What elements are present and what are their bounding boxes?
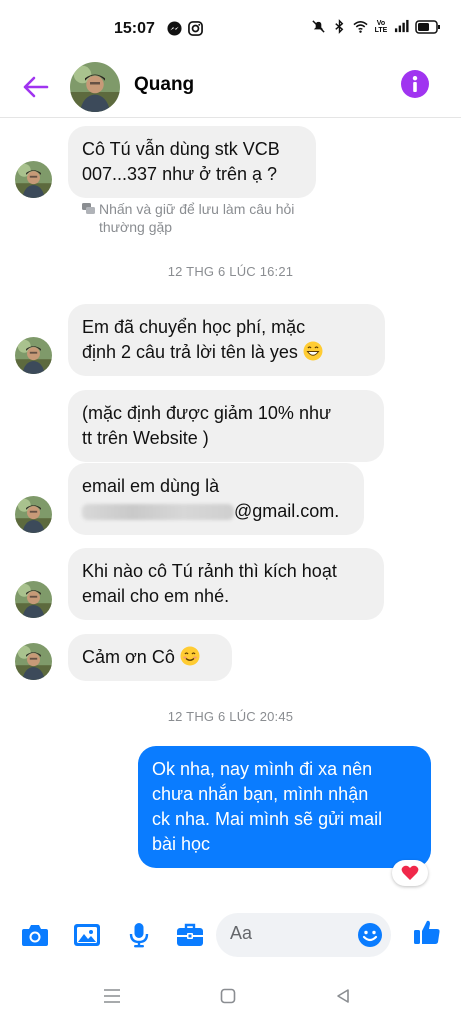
faq-icon xyxy=(82,203,95,214)
message-line: tt trên Website ) xyxy=(82,428,209,448)
like-button[interactable] xyxy=(412,918,442,946)
emoji-icon[interactable] xyxy=(357,922,383,948)
message-line: Khi nào cô Tú rảnh thì kích hoạt xyxy=(82,561,337,581)
status-system-icons: Vo LTE xyxy=(311,19,441,34)
menu-lines-icon xyxy=(104,989,120,1003)
message-line: Em đã chuyển học phí, mặc xyxy=(82,317,306,337)
message-bubble[interactable]: email em dùng là @gmail.com. xyxy=(68,463,364,535)
back-button[interactable] xyxy=(20,71,52,103)
message-line: ck nha. Mai mình sẽ gửi mail xyxy=(152,809,383,829)
message-bubble[interactable]: Cảm ơn Cô xyxy=(68,634,232,681)
smiling-emoji-icon xyxy=(180,646,200,666)
gallery-button[interactable] xyxy=(72,921,102,949)
mute-icon xyxy=(312,20,325,33)
home-square-icon xyxy=(220,988,236,1004)
message-input[interactable] xyxy=(230,923,350,944)
messenger-icon xyxy=(167,21,182,36)
bluetooth-icon xyxy=(335,19,344,34)
status-notification-icons xyxy=(167,21,203,36)
message-line: (mặc định được giảm 10% như xyxy=(82,403,332,423)
timestamp: 12 THG 6 LÚC 20:45 xyxy=(167,709,294,724)
info-button[interactable] xyxy=(401,70,429,98)
message-bubble[interactable]: Cô Tú vẫn dùng stk VCB 007...337 như ở t… xyxy=(68,126,316,198)
sender-avatar[interactable] xyxy=(15,161,52,198)
thumbs-up-icon xyxy=(414,920,440,944)
camera-icon xyxy=(22,925,48,946)
reaction-badge[interactable] xyxy=(392,860,428,886)
info-icon xyxy=(412,76,418,92)
message-list[interactable]: Cô Tú vẫn dùng stk VCB 007...337 như ở t… xyxy=(0,118,461,903)
message-input-box[interactable] xyxy=(216,913,391,957)
message-line: Cô Tú vẫn dùng stk VCB xyxy=(82,139,280,159)
instagram-icon xyxy=(188,21,203,36)
chat-header: Quang xyxy=(0,60,461,118)
sender-avatar[interactable] xyxy=(15,337,52,374)
contact-photo xyxy=(70,62,120,112)
status-bar: 15:07 Vo LTE xyxy=(0,0,461,60)
message-bubble[interactable]: Khi nào cô Tú rảnh thì kích hoạt email c… xyxy=(68,548,384,620)
hint-line: thường gặp xyxy=(99,219,173,235)
triangle-back-icon xyxy=(337,989,349,1003)
hint-line: Nhấn và giữ để lưu làm câu hỏi xyxy=(99,201,295,217)
status-time: 15:07 xyxy=(114,20,155,37)
gallery-icon xyxy=(74,924,100,946)
message-line: bài học xyxy=(152,834,211,854)
message-line: chưa nhắn bạn, mình nhận xyxy=(152,784,369,804)
back-arrow-icon xyxy=(23,76,49,98)
nav-back-button[interactable] xyxy=(332,985,354,1007)
message-bubble[interactable]: Em đã chuyển học phí, mặc định 2 câu trả… xyxy=(68,304,385,376)
home-button[interactable] xyxy=(217,985,239,1007)
timestamp: 12 THG 6 LÚC 16:21 xyxy=(167,264,294,279)
redacted-email xyxy=(82,504,234,520)
battery-icon xyxy=(415,19,440,34)
wifi-icon xyxy=(353,21,368,33)
voice-button[interactable] xyxy=(124,921,154,949)
message-line: email em dùng là xyxy=(82,476,220,496)
camera-button[interactable] xyxy=(20,921,50,949)
heart-icon xyxy=(401,865,419,880)
volte-icon: Vo LTE xyxy=(374,19,388,34)
message-line: Ok nha, nay mình đi xa nên xyxy=(152,759,373,779)
tools-button[interactable] xyxy=(175,921,205,949)
briefcase-icon xyxy=(177,923,203,946)
message-bubble-outgoing[interactable]: Ok nha, nay mình đi xa nên chưa nhắn bạn… xyxy=(138,746,431,868)
contact-avatar[interactable] xyxy=(70,62,120,112)
message-line: định 2 câu trả lời tên là yes xyxy=(82,340,371,365)
message-line: Cảm ơn Cô xyxy=(82,645,218,670)
message-bubble[interactable]: (mặc định được giảm 10% như tt trên Webs… xyxy=(68,390,384,462)
grinning-emoji-icon xyxy=(303,341,323,361)
microphone-icon xyxy=(129,923,149,948)
sender-avatar[interactable] xyxy=(15,581,52,618)
save-faq-hint[interactable]: Nhấn và giữ để lưu làm câu hỏi thường gặ… xyxy=(82,200,312,236)
contact-name[interactable]: Quang xyxy=(134,74,194,96)
system-nav-bar xyxy=(0,967,461,1024)
message-line: email cho em nhé. xyxy=(82,586,230,606)
sender-avatar[interactable] xyxy=(15,643,52,680)
sender-avatar[interactable] xyxy=(15,496,52,533)
signal-icon xyxy=(394,19,409,33)
recent-apps-button[interactable] xyxy=(101,985,123,1007)
message-line: @gmail.com. xyxy=(82,499,350,524)
message-line: 007...337 như ở trên ạ ? xyxy=(82,164,277,184)
message-composer xyxy=(0,903,461,967)
